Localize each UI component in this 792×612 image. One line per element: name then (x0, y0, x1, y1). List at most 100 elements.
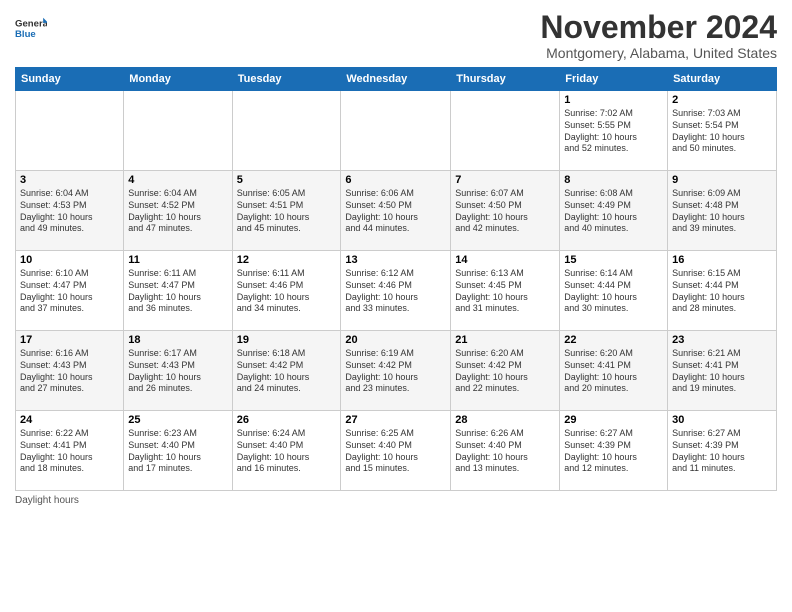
day-info: Sunrise: 6:23 AM Sunset: 4:40 PM Dayligh… (128, 428, 227, 475)
table-cell (124, 91, 232, 171)
day-info: Sunrise: 6:20 AM Sunset: 4:41 PM Dayligh… (564, 348, 663, 395)
calendar-week-row: 10 Sunrise: 6:10 AM Sunset: 4:47 PM Dayli… (16, 251, 777, 331)
table-cell: 2Sunrise: 7:03 AM Sunset: 5:54 PM Daylig… (668, 91, 777, 171)
table-cell: 3 Sunrise: 6:04 AM Sunset: 4:53 PM Daylig… (16, 171, 124, 251)
table-cell: 9 Sunrise: 6:09 AM Sunset: 4:48 PM Daylig… (668, 171, 777, 251)
day-info: Sunrise: 6:12 AM Sunset: 4:46 PM Dayligh… (345, 268, 446, 315)
col-wednesday: Wednesday (341, 68, 451, 91)
day-info: Sunrise: 6:26 AM Sunset: 4:40 PM Dayligh… (455, 428, 555, 475)
day-info: Sunrise: 6:13 AM Sunset: 4:45 PM Dayligh… (455, 268, 555, 315)
day-number: 24 (20, 414, 119, 426)
table-cell: 28 Sunrise: 6:26 AM Sunset: 4:40 PM Dayli… (451, 411, 560, 491)
day-info: Sunrise: 6:07 AM Sunset: 4:50 PM Dayligh… (455, 188, 555, 235)
day-number: 27 (345, 414, 446, 426)
table-cell: 7 Sunrise: 6:07 AM Sunset: 4:50 PM Daylig… (451, 171, 560, 251)
table-cell: 23Sunrise: 6:21 AM Sunset: 4:41 PM Dayli… (668, 331, 777, 411)
day-number: 10 (20, 254, 119, 266)
day-info: Sunrise: 6:27 AM Sunset: 4:39 PM Dayligh… (564, 428, 663, 475)
day-info: Sunrise: 6:09 AM Sunset: 4:48 PM Dayligh… (672, 188, 772, 235)
day-info: Sunrise: 6:10 AM Sunset: 4:47 PM Dayligh… (20, 268, 119, 315)
day-number: 20 (345, 334, 446, 346)
day-info: Sunrise: 6:25 AM Sunset: 4:40 PM Dayligh… (345, 428, 446, 475)
table-cell: 29 Sunrise: 6:27 AM Sunset: 4:39 PM Dayli… (560, 411, 668, 491)
table-cell: 18Sunrise: 6:17 AM Sunset: 4:43 PM Dayli… (124, 331, 232, 411)
day-info: Sunrise: 6:20 AM Sunset: 4:42 PM Dayligh… (455, 348, 555, 395)
col-friday: Friday (560, 68, 668, 91)
day-number: 12 (237, 254, 337, 266)
day-number: 9 (672, 174, 772, 186)
table-cell: 13 Sunrise: 6:12 AM Sunset: 4:46 PM Dayli… (341, 251, 451, 331)
day-number: 7 (455, 174, 555, 186)
day-info: Sunrise: 6:16 AM Sunset: 4:43 PM Dayligh… (20, 348, 119, 395)
calendar-week-row: 3 Sunrise: 6:04 AM Sunset: 4:53 PM Daylig… (16, 171, 777, 251)
day-info: Sunrise: 6:11 AM Sunset: 4:46 PM Dayligh… (237, 268, 337, 315)
day-number: 22 (564, 334, 663, 346)
col-monday: Monday (124, 68, 232, 91)
table-cell: 20 Sunrise: 6:19 AM Sunset: 4:42 PM Dayli… (341, 331, 451, 411)
day-number: 11 (128, 254, 227, 266)
day-number: 13 (345, 254, 446, 266)
table-cell: 1 Sunrise: 7:02 AM Sunset: 5:55 PM Daylig… (560, 91, 668, 171)
col-sunday: Sunday (16, 68, 124, 91)
day-info: Sunrise: 6:08 AM Sunset: 4:49 PM Dayligh… (564, 188, 663, 235)
day-number: 14 (455, 254, 555, 266)
day-number: 23 (672, 334, 772, 346)
table-cell: 21 Sunrise: 6:20 AM Sunset: 4:42 PM Dayli… (451, 331, 560, 411)
day-number: 19 (237, 334, 337, 346)
daylight-label: Daylight hours (15, 495, 79, 506)
location-text: Montgomery, Alabama, United States (540, 45, 777, 61)
svg-text:Blue: Blue (15, 29, 36, 40)
table-cell: 10 Sunrise: 6:10 AM Sunset: 4:47 PM Dayli… (16, 251, 124, 331)
day-info: Sunrise: 6:24 AM Sunset: 4:40 PM Dayligh… (237, 428, 337, 475)
logo-svg: General Blue (15, 10, 47, 46)
day-number: 4 (128, 174, 227, 186)
day-number: 25 (128, 414, 227, 426)
table-cell: 6 Sunrise: 6:06 AM Sunset: 4:50 PM Daylig… (341, 171, 451, 251)
day-info: Sunrise: 6:11 AM Sunset: 4:47 PM Dayligh… (128, 268, 227, 315)
table-cell: 17 Sunrise: 6:16 AM Sunset: 4:43 PM Dayli… (16, 331, 124, 411)
table-cell: 16 Sunrise: 6:15 AM Sunset: 4:44 PM Dayli… (668, 251, 777, 331)
table-cell (16, 91, 124, 171)
day-info: Sunrise: 6:04 AM Sunset: 4:53 PM Dayligh… (20, 188, 119, 235)
day-info: Sunrise: 6:19 AM Sunset: 4:42 PM Dayligh… (345, 348, 446, 395)
day-number: 3 (20, 174, 119, 186)
table-cell: 8 Sunrise: 6:08 AM Sunset: 4:49 PM Daylig… (560, 171, 668, 251)
table-cell: 4 Sunrise: 6:04 AM Sunset: 4:52 PM Daylig… (124, 171, 232, 251)
table-cell (451, 91, 560, 171)
day-info: Sunrise: 6:14 AM Sunset: 4:44 PM Dayligh… (564, 268, 663, 315)
table-cell: 30Sunrise: 6:27 AM Sunset: 4:39 PM Dayli… (668, 411, 777, 491)
day-info: Sunrise: 7:02 AM Sunset: 5:55 PM Dayligh… (564, 108, 663, 155)
day-number: 8 (564, 174, 663, 186)
day-info: Sunrise: 6:15 AM Sunset: 4:44 PM Dayligh… (672, 268, 772, 315)
table-cell: 12 Sunrise: 6:11 AM Sunset: 4:46 PM Dayli… (232, 251, 341, 331)
day-number: 18 (128, 334, 227, 346)
day-number: 1 (564, 94, 663, 106)
day-info: Sunrise: 6:27 AM Sunset: 4:39 PM Dayligh… (672, 428, 772, 475)
day-number: 29 (564, 414, 663, 426)
table-cell: 27 Sunrise: 6:25 AM Sunset: 4:40 PM Dayli… (341, 411, 451, 491)
day-number: 16 (672, 254, 772, 266)
page-header: General Blue November 2024 Montgomery, A… (15, 10, 777, 61)
calendar-week-row: 24Sunrise: 6:22 AM Sunset: 4:41 PM Dayli… (16, 411, 777, 491)
table-cell: 19 Sunrise: 6:18 AM Sunset: 4:42 PM Dayli… (232, 331, 341, 411)
svg-text:General: General (15, 19, 47, 30)
day-number: 26 (237, 414, 337, 426)
day-info: Sunrise: 6:04 AM Sunset: 4:52 PM Dayligh… (128, 188, 227, 235)
day-info: Sunrise: 6:05 AM Sunset: 4:51 PM Dayligh… (237, 188, 337, 235)
col-tuesday: Tuesday (232, 68, 341, 91)
day-number: 28 (455, 414, 555, 426)
footer: Daylight hours (15, 495, 777, 506)
title-block: November 2024 Montgomery, Alabama, Unite… (540, 10, 777, 61)
day-number: 21 (455, 334, 555, 346)
day-info: Sunrise: 6:06 AM Sunset: 4:50 PM Dayligh… (345, 188, 446, 235)
table-cell: 15Sunrise: 6:14 AM Sunset: 4:44 PM Dayli… (560, 251, 668, 331)
table-cell: 24Sunrise: 6:22 AM Sunset: 4:41 PM Dayli… (16, 411, 124, 491)
table-cell: 5Sunrise: 6:05 AM Sunset: 4:51 PM Daylig… (232, 171, 341, 251)
table-cell: 11 Sunrise: 6:11 AM Sunset: 4:47 PM Dayli… (124, 251, 232, 331)
day-number: 17 (20, 334, 119, 346)
table-cell: 25 Sunrise: 6:23 AM Sunset: 4:40 PM Dayli… (124, 411, 232, 491)
day-number: 6 (345, 174, 446, 186)
table-cell (341, 91, 451, 171)
calendar-week-row: 17 Sunrise: 6:16 AM Sunset: 4:43 PM Dayli… (16, 331, 777, 411)
day-info: Sunrise: 6:18 AM Sunset: 4:42 PM Dayligh… (237, 348, 337, 395)
